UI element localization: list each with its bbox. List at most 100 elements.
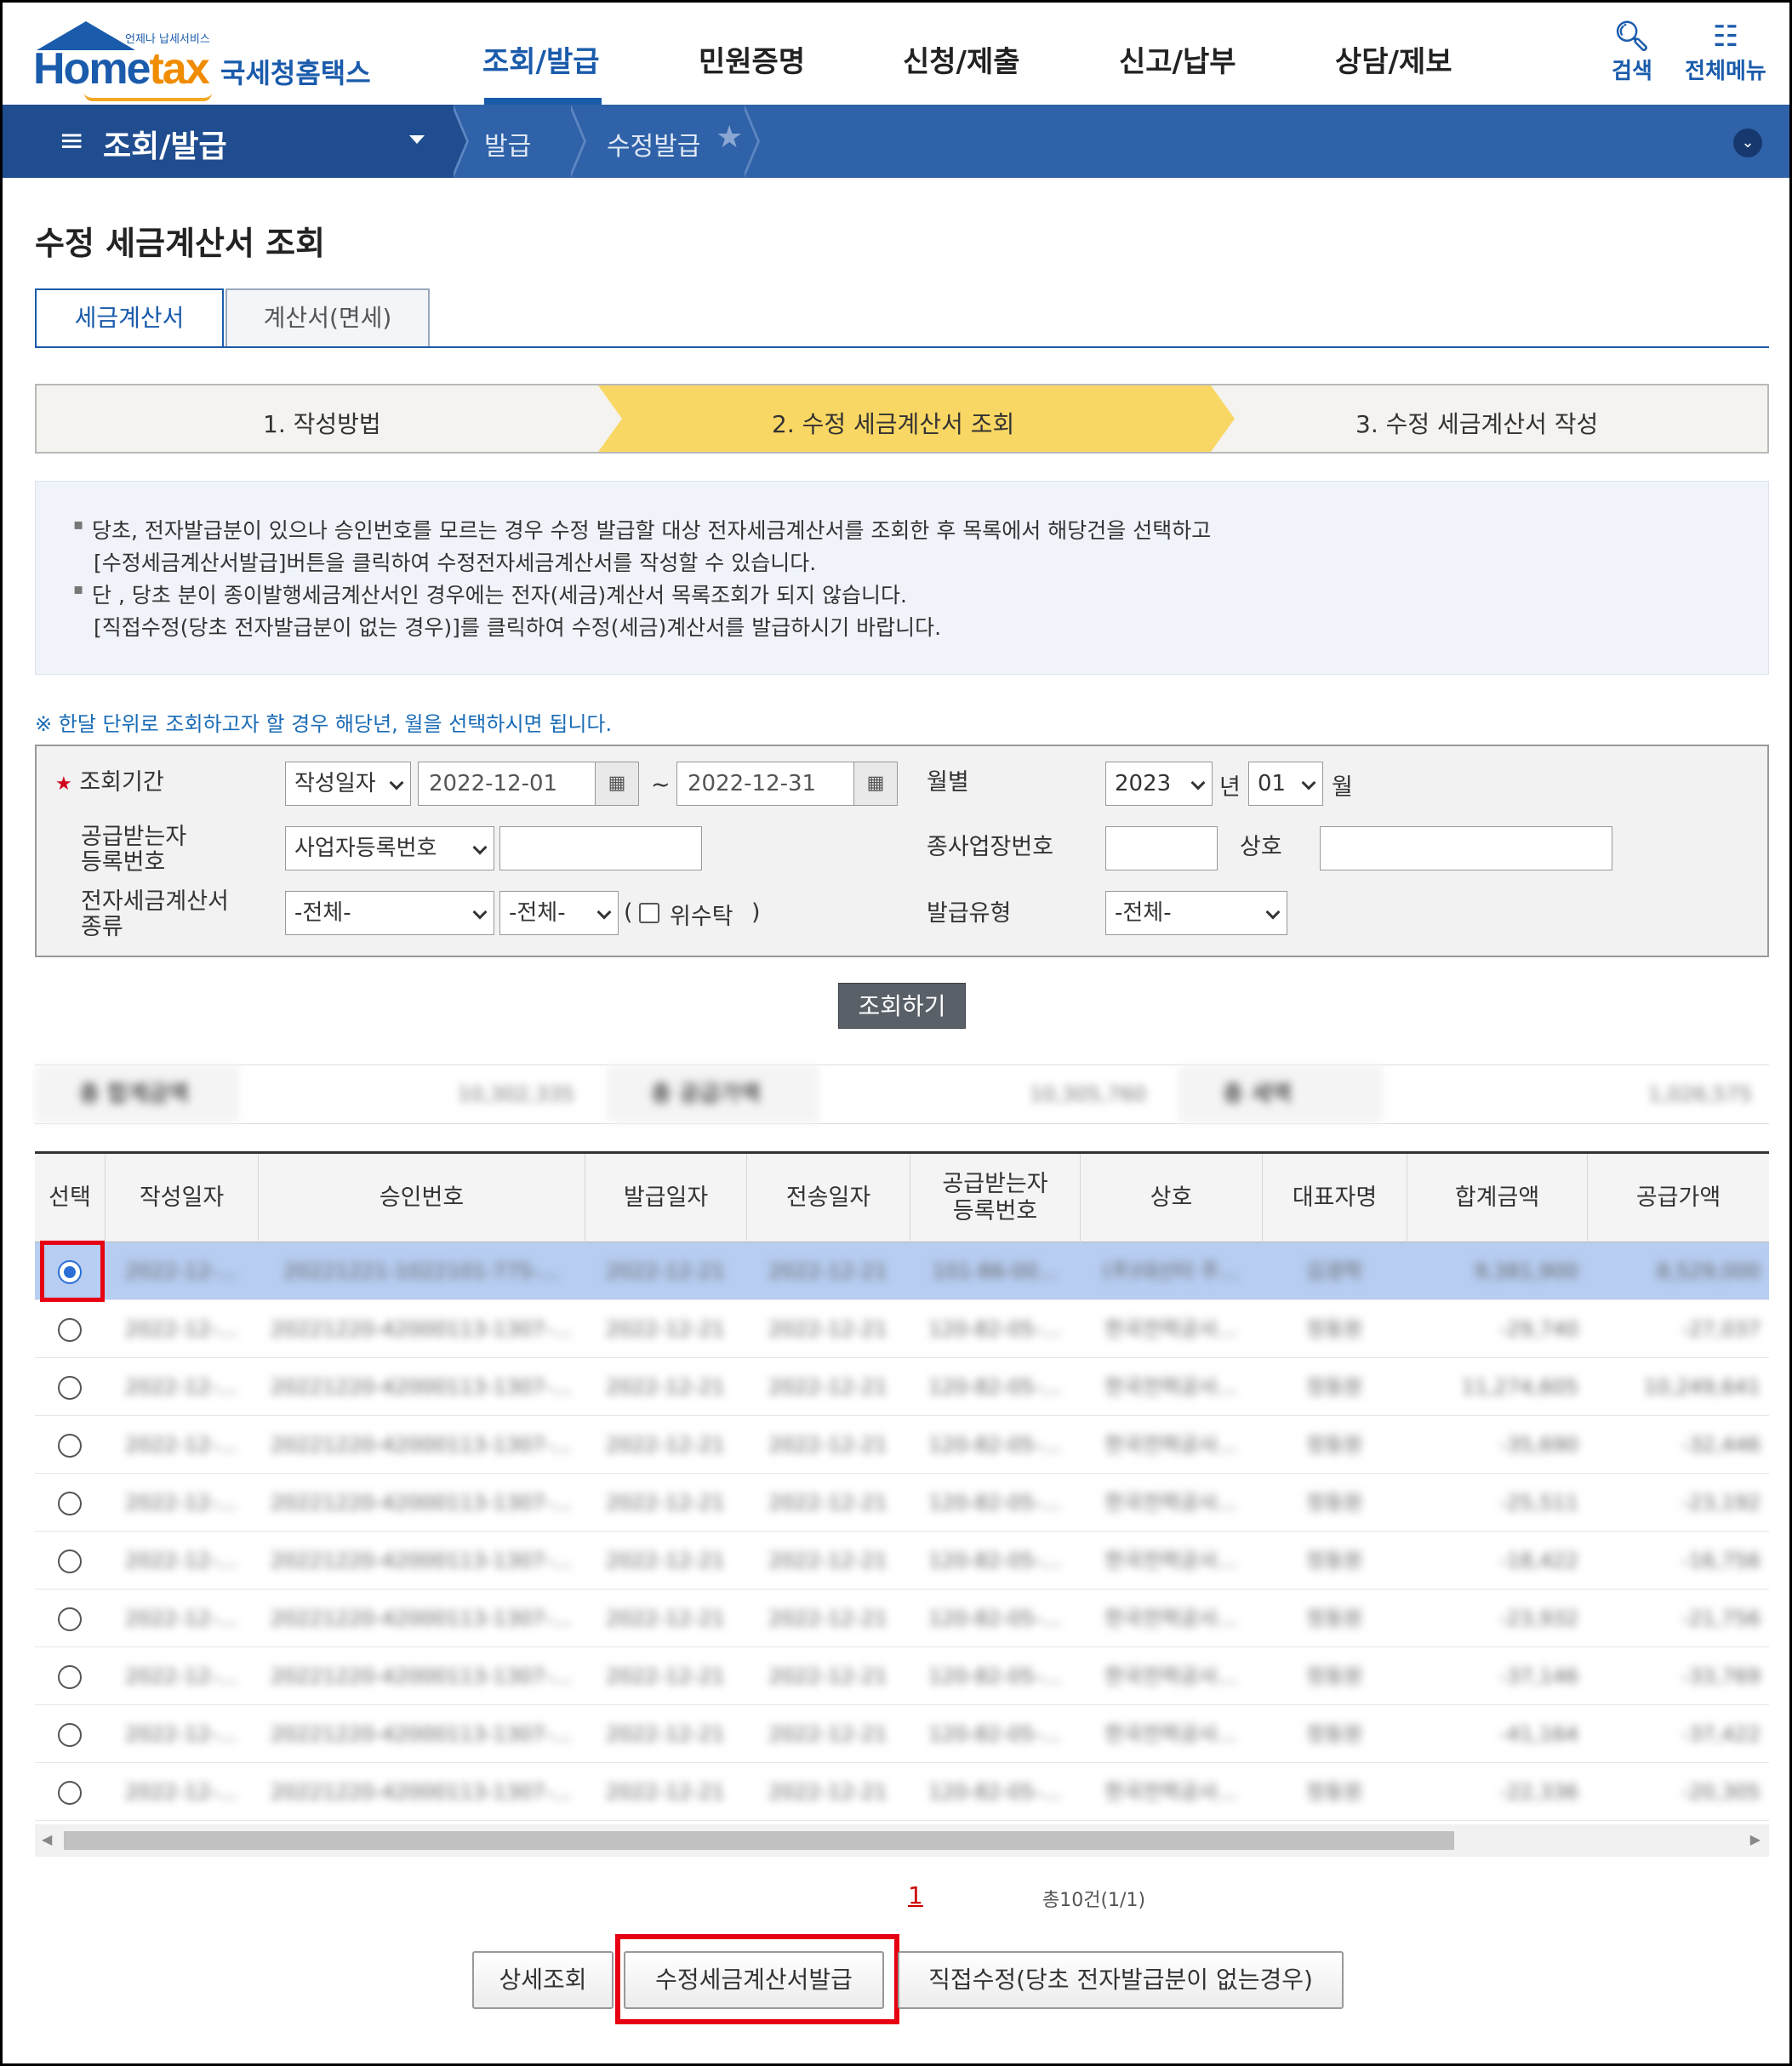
recv-number-input[interactable] <box>499 826 702 870</box>
gnb-active-indicator <box>484 98 602 105</box>
row-select-radio[interactable] <box>58 1607 82 1631</box>
cell-approval-no: 20221220-42000113-1307-... <box>270 1722 573 1746</box>
grid-icon: ☷ <box>1712 20 1739 54</box>
table-row[interactable]: 2022-12-... 20221220-42000113-1307-... 202… <box>35 1763 1769 1821</box>
kind-label-2: 종류 <box>81 914 123 940</box>
calendar-icon[interactable]: ▦ <box>595 762 639 806</box>
horizontal-scrollbar[interactable]: ◀ ▶ <box>35 1824 1769 1857</box>
date-to-input[interactable]: 2022-12-31 <box>676 762 855 806</box>
cell-approval-no: 20221220-42000113-1307-... <box>270 1664 573 1688</box>
cell-supply-amount: -37,422 <box>1681 1722 1761 1746</box>
tab-invoice-exempt[interactable]: 계산서(면세) <box>225 288 430 348</box>
table-row[interactable]: 2022-12-... 20221220-42000113-1307-... 202… <box>35 1358 1769 1416</box>
monthly-hint: ※ 한달 단위로 조회하고자 할 경우 해당년, 월을 선택하시면 됩니다. <box>35 712 613 736</box>
table-row[interactable]: 2022-12-... 20221221-1022101-775-... 2022-… <box>35 1242 1769 1300</box>
column-header-ceo-name: 대표자명 <box>1262 1154 1407 1242</box>
consign-label: 위수탁 <box>670 904 733 930</box>
breadcrumb-issue[interactable]: 발급 <box>484 125 531 163</box>
search-tool[interactable]: 🔍︎ 검색 <box>1602 20 1662 85</box>
table-row[interactable]: 2022-12-... 20221220-42000113-1307-... 202… <box>35 1532 1769 1589</box>
gnb-consult[interactable]: 상담/제보 <box>1335 38 1452 80</box>
gnb-report-pay[interactable]: 신고/납부 <box>1119 38 1236 80</box>
step-2-label: 2. 수정 세금계산서 조회 <box>772 410 1015 438</box>
scroll-thumb[interactable] <box>64 1831 1454 1850</box>
date-from-input[interactable]: 2022-12-01 <box>418 762 596 806</box>
cell-write-date: 2022-12-... <box>125 1722 237 1746</box>
calendar-icon[interactable]: ▦ <box>853 762 898 806</box>
row-select-radio[interactable] <box>58 1723 82 1747</box>
cell-total-amount: -29,740 <box>1499 1317 1578 1341</box>
cell-approval-no: 20221220-42000113-1307-... <box>270 1433 573 1457</box>
recv-type-select[interactable]: 사업자등록번호 <box>285 826 494 870</box>
scroll-left-icon[interactable]: ◀ <box>42 1831 52 1847</box>
all-menu-tool[interactable]: ☷ 전체메뉴 <box>1679 20 1772 85</box>
bullet-icon: ▪ <box>73 516 84 534</box>
cell-issue-date: 2022-12-21 <box>606 1259 725 1283</box>
detail-button[interactable]: 상세조회 <box>472 1951 614 2009</box>
section-dropdown[interactable]: ≡ 조회/발급 <box>3 105 454 178</box>
cell-issue-date: 2022-12-21 <box>606 1317 725 1341</box>
favorite-star-icon[interactable]: ★ <box>716 120 743 155</box>
sub-biz-input[interactable] <box>1105 826 1218 870</box>
cell-company: 한국전력공사... <box>1104 1375 1237 1399</box>
row-select-radio[interactable] <box>58 1376 82 1400</box>
row-select-radio[interactable] <box>58 1665 82 1689</box>
issue-highlight-box <box>615 1934 899 2024</box>
page-total: 총10건(1/1) <box>1042 1890 1146 1911</box>
column-header-total-amount: 합계금액 <box>1407 1154 1587 1242</box>
hometax-logo[interactable]: 언제나 납세서비스 Hometax 국세청홈택스 <box>33 18 374 103</box>
table-row[interactable]: 2022-12-... 20221220-42000113-1307-... 202… <box>35 1474 1769 1532</box>
consign-checkbox[interactable] <box>639 903 659 923</box>
date-type-select[interactable]: 작성일자 <box>285 762 411 806</box>
row-select-radio[interactable] <box>58 1492 82 1515</box>
table-row[interactable]: 2022-12-... 20221220-42000113-1307-... 202… <box>35 1416 1769 1474</box>
tab-tax-invoice[interactable]: 세금계산서 <box>35 288 224 348</box>
section-title: 조회/발급 <box>103 129 227 164</box>
gnb-certificates[interactable]: 민원증명 <box>699 38 805 80</box>
year-select[interactable]: 2023 <box>1105 762 1213 806</box>
table-row[interactable]: 2022-12-... 20221220-42000113-1307-... 202… <box>35 1705 1769 1763</box>
row-select-radio[interactable] <box>58 1550 82 1573</box>
row-select-radio[interactable] <box>58 1781 82 1805</box>
chevron-down-icon[interactable]: ⌄ <box>1733 128 1762 157</box>
table-header: 선택 작성일자 승인번호 발급일자 전송일자 공급받는자 등록번호 상호 대표자명 합계금액 공급… <box>35 1154 1769 1242</box>
cell-send-date: 2022-12-21 <box>768 1549 887 1572</box>
scroll-right-icon[interactable]: ▶ <box>1750 1831 1761 1847</box>
cell-recv-reg-no: 120-82-05-... <box>928 1664 1061 1688</box>
cell-company: 한국전력공사... <box>1104 1549 1237 1572</box>
cell-write-date: 2022-12-... <box>125 1317 237 1341</box>
cell-approval-no: 20221220-42000113-1307-... <box>270 1549 573 1572</box>
table-row[interactable]: 2022-12-... 20221220-42000113-1307-... 202… <box>35 1647 1769 1705</box>
notice-line-1: 당초, 전자발급분이 있으나 승인번호를 모르는 경우 수정 발급할 대상 전자… <box>92 518 1212 543</box>
logo-word-tax: tax <box>149 44 209 94</box>
gnb-apply-submit[interactable]: 신청/제출 <box>903 38 1020 80</box>
issue-type-select[interactable]: -전체- <box>1105 891 1287 935</box>
cell-issue-date: 2022-12-21 <box>606 1664 725 1688</box>
kind-select-2[interactable]: -전체- <box>499 891 619 935</box>
summary-bar: 총 합계금액 10,302,335 총 공급가액 10,305,760 총 세액… <box>35 1064 1769 1124</box>
direct-modify-button[interactable]: 직접수정(당초 전자발급분이 없는경우) <box>898 1951 1344 2009</box>
cell-total-amount: -18,422 <box>1499 1549 1578 1572</box>
cell-send-date: 2022-12-21 <box>768 1780 887 1804</box>
row-select-radio[interactable] <box>58 1434 82 1458</box>
gnb-lookup-issue[interactable]: 조회/발급 <box>482 38 600 80</box>
month-select[interactable]: 01 <box>1248 762 1323 806</box>
page-number[interactable]: 1 <box>908 1881 923 1909</box>
kind-select-1[interactable]: -전체- <box>285 891 494 935</box>
row-select-radio[interactable] <box>58 1318 82 1342</box>
company-input[interactable] <box>1320 826 1612 870</box>
table-row[interactable]: 2022-12-... 20221220-42000113-1307-... 202… <box>35 1300 1769 1358</box>
cell-write-date: 2022-12-... <box>125 1780 237 1804</box>
cell-total-amount: -41,164 <box>1499 1722 1578 1746</box>
cell-supply-amount: -23,192 <box>1681 1491 1761 1515</box>
breadcrumb-modify-issue[interactable]: 수정발급 <box>607 125 700 163</box>
kind-label-1: 전자세금계산서 <box>81 888 229 915</box>
tab-divider <box>35 346 1769 348</box>
cell-supply-amount: 8,529,000 <box>1656 1259 1761 1283</box>
table-row[interactable]: 2022-12-... 20221220-42000113-1307-... 202… <box>35 1589 1769 1647</box>
logo-swoosh <box>84 93 212 101</box>
search-button[interactable]: 조회하기 <box>838 983 966 1029</box>
cell-supply-amount: -16,756 <box>1681 1549 1761 1572</box>
cell-ceo-name: 정동원 <box>1305 1433 1363 1457</box>
cell-ceo-name: 정동원 <box>1305 1664 1363 1688</box>
